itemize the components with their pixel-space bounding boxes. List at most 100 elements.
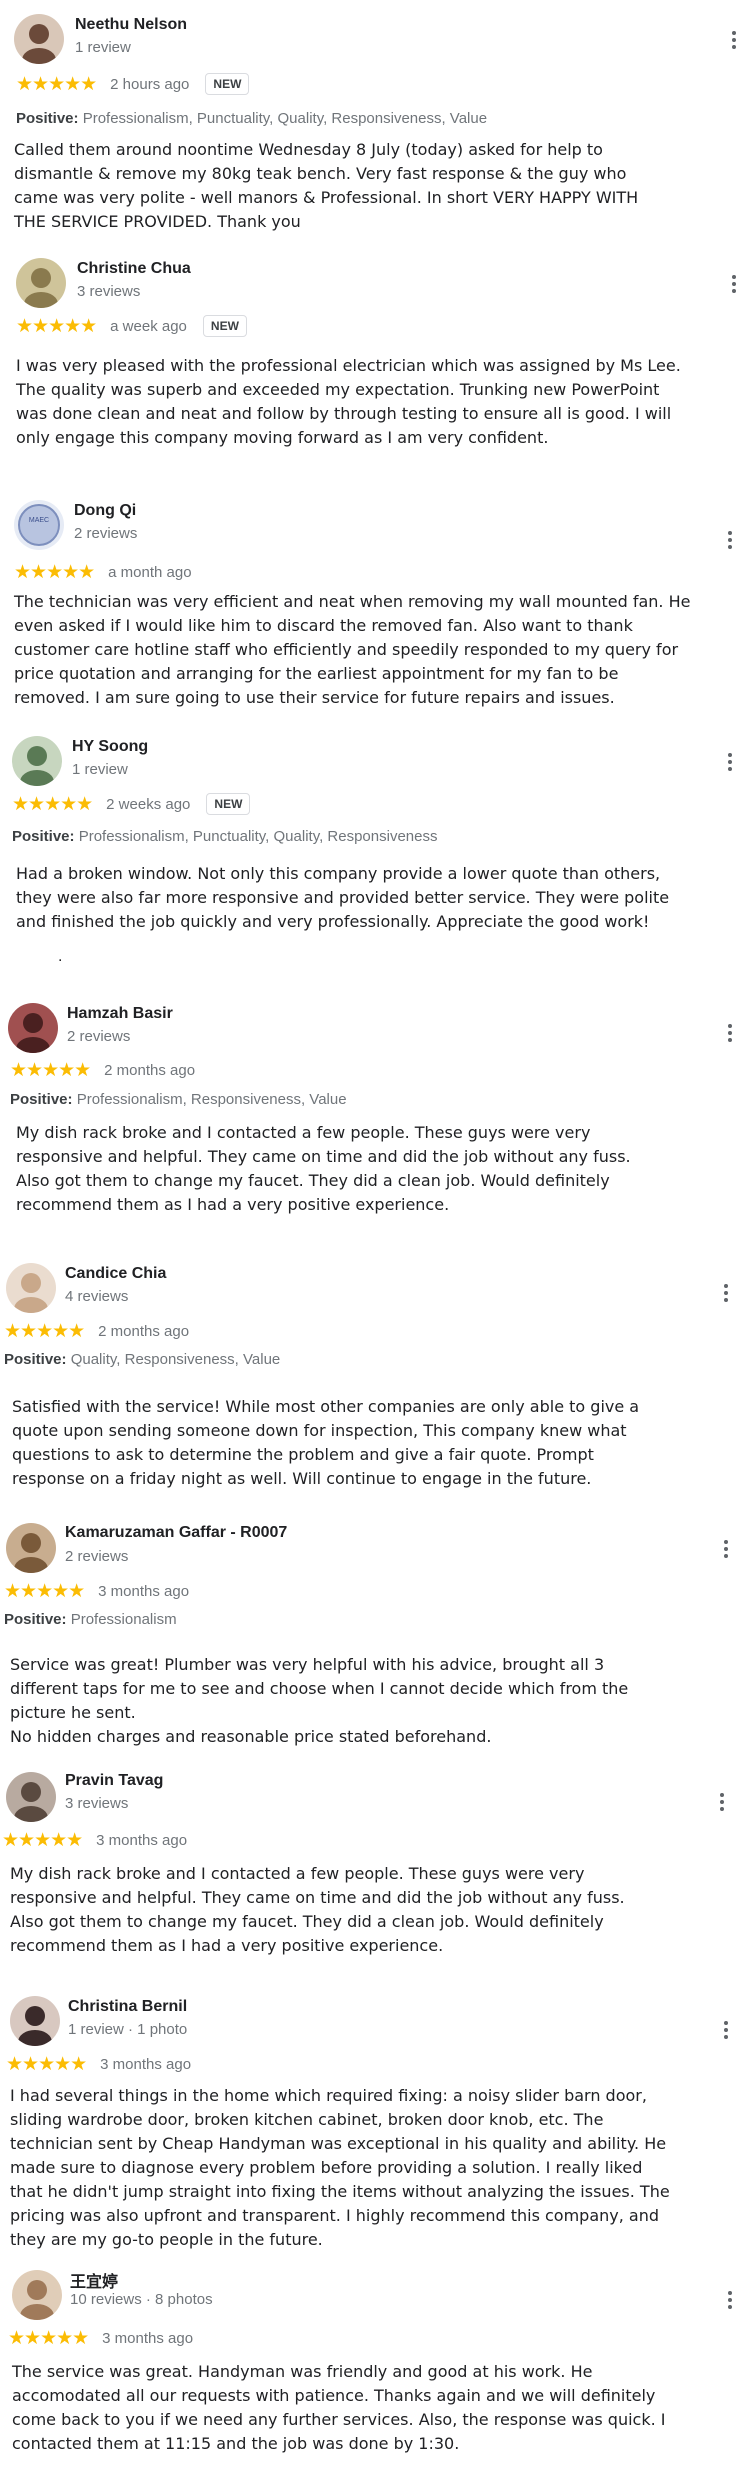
star-rating: ★★★★★ bbox=[6, 2053, 87, 2075]
new-badge: NEW bbox=[205, 73, 250, 95]
review-card: Candice Chia 4 reviews ★★★★★ 2 months ag… bbox=[0, 1255, 746, 1505]
review-time: 2 hours ago bbox=[110, 75, 190, 93]
positive-label: Positive: bbox=[4, 1351, 67, 1368]
positive-attributes: Positive: Professionalism, Punctuality, … bbox=[16, 110, 487, 127]
more-options-icon[interactable] bbox=[722, 1019, 738, 1047]
new-badge: NEW bbox=[206, 793, 251, 815]
positive-values: Professionalism, Punctuality, Quality, R… bbox=[78, 828, 438, 845]
reviewer-meta[interactable]: 1 review bbox=[75, 39, 131, 56]
star-rating: ★★★★★ bbox=[4, 1320, 85, 1342]
reviewer-meta[interactable]: 1 review bbox=[72, 761, 128, 778]
review-time: a month ago bbox=[108, 563, 192, 581]
avatar[interactable] bbox=[16, 258, 66, 308]
reviewer-meta[interactable]: 3 reviews bbox=[77, 283, 140, 300]
review-text: Service was great! Plumber was very help… bbox=[10, 1655, 629, 1746]
positive-label: Positive: bbox=[4, 1611, 67, 1628]
positive-label: Positive: bbox=[10, 1091, 73, 1108]
more-options-icon[interactable] bbox=[718, 2016, 734, 2044]
positive-attributes: Positive: Quality, Responsiveness, Value bbox=[4, 1351, 280, 1368]
review-card: Pravin Tavag 3 reviews ★★★★★ 3 months ag… bbox=[0, 1768, 746, 1978]
review-text: Had a broken window. Not only this compa… bbox=[16, 864, 670, 931]
more-options-icon[interactable] bbox=[726, 26, 742, 54]
review-text: My dish rack broke and I contacted a few… bbox=[10, 1864, 625, 1955]
more-options-icon[interactable] bbox=[726, 270, 742, 298]
more-options-icon[interactable] bbox=[722, 2286, 738, 2314]
review-time: 3 months ago bbox=[96, 1831, 188, 1849]
reviewer-name[interactable]: Dong Qi bbox=[74, 502, 136, 520]
positive-attributes: Positive: Professionalism bbox=[4, 1611, 177, 1628]
reviewer-meta[interactable]: 3 reviews bbox=[65, 1795, 128, 1812]
reviewer-name[interactable]: Pravin Tavag bbox=[65, 1772, 163, 1790]
reviewer-name[interactable]: Christine Chua bbox=[77, 260, 191, 278]
avatar[interactable] bbox=[12, 736, 62, 786]
avatar[interactable] bbox=[8, 1003, 58, 1053]
stray-dot: . bbox=[58, 948, 63, 965]
reviewer-name[interactable]: Candice Chia bbox=[65, 1265, 166, 1283]
review-card: 王宜婷 10 reviews · 8 photos ★★★★★ 3 months… bbox=[0, 2260, 746, 2480]
review-card: Hamzah Basir 2 reviews ★★★★★ 2 months ag… bbox=[0, 995, 746, 1245]
positive-attributes: Positive: Professionalism, Punctuality, … bbox=[12, 828, 437, 845]
avatar[interactable] bbox=[6, 1523, 56, 1573]
more-options-icon[interactable] bbox=[722, 748, 738, 776]
star-rating: ★★★★★ bbox=[4, 1580, 85, 1602]
review-text: I was very pleased with the professional… bbox=[16, 356, 681, 447]
reviewer-meta[interactable]: 10 reviews · 8 photos bbox=[70, 2291, 213, 2308]
reviewer-name[interactable]: 王宜婷 bbox=[70, 2268, 118, 2292]
star-rating: ★★★★★ bbox=[10, 1059, 91, 1081]
positive-values: Professionalism bbox=[70, 1611, 177, 1628]
rating-row: ★★★★★ 3 months ago bbox=[2, 1828, 187, 1852]
reviewer-meta[interactable]: 2 reviews bbox=[74, 525, 137, 542]
reviewer-meta[interactable]: 4 reviews bbox=[65, 1288, 128, 1305]
rating-row: ★★★★★ 2 months ago bbox=[4, 1319, 189, 1343]
avatar[interactable] bbox=[6, 1263, 56, 1313]
avatar-label: MAEC bbox=[29, 517, 49, 524]
review-card: Neethu Nelson 1 review ★★★★★ 2 hours ago… bbox=[0, 0, 746, 240]
rating-row: ★★★★★ 2 months ago bbox=[10, 1058, 195, 1082]
avatar[interactable] bbox=[6, 1772, 56, 1822]
star-rating: ★★★★★ bbox=[16, 315, 97, 337]
reviewer-name[interactable]: Neethu Nelson bbox=[75, 16, 187, 34]
review-time: 2 months ago bbox=[104, 1061, 196, 1079]
star-rating: ★★★★★ bbox=[8, 2327, 89, 2349]
rating-row: ★★★★★ 2 hours ago NEW bbox=[16, 72, 250, 96]
avatar[interactable] bbox=[10, 1996, 60, 2046]
new-badge: NEW bbox=[202, 315, 247, 337]
more-options-icon[interactable] bbox=[714, 1788, 730, 1816]
reviewer-name[interactable]: Hamzah Basir bbox=[67, 1005, 173, 1023]
review-card: Christina Bernil 1 review · 1 photo ★★★★… bbox=[0, 1990, 746, 2260]
reviewer-name[interactable]: Kamaruzaman Gaffar - R0007 bbox=[65, 1524, 287, 1542]
review-text: The service was great. Handyman was frie… bbox=[12, 2362, 666, 2453]
reviewer-meta[interactable]: 2 reviews bbox=[67, 1028, 130, 1045]
avatar[interactable] bbox=[14, 14, 64, 64]
reviewer-meta[interactable]: 2 reviews bbox=[65, 1548, 128, 1565]
positive-attributes: Positive: Professionalism, Responsivenes… bbox=[10, 1091, 347, 1108]
rating-row: ★★★★★ 3 months ago bbox=[8, 2326, 193, 2350]
reviewer-name[interactable]: HY Soong bbox=[72, 738, 148, 756]
review-text: My dish rack broke and I contacted a few… bbox=[16, 1123, 631, 1214]
star-rating: ★★★★★ bbox=[16, 73, 97, 95]
reviewer-meta[interactable]: 1 review · 1 photo bbox=[68, 2021, 187, 2038]
avatar[interactable] bbox=[12, 2270, 62, 2320]
rating-row: ★★★★★ a month ago bbox=[14, 560, 192, 584]
more-options-icon[interactable] bbox=[718, 1535, 734, 1563]
rating-row: ★★★★★ 2 weeks ago NEW bbox=[12, 792, 251, 816]
positive-label: Positive: bbox=[16, 110, 79, 127]
rating-row: ★★★★★ 3 months ago bbox=[6, 2052, 191, 2076]
star-rating: ★★★★★ bbox=[14, 561, 95, 583]
review-text: Called them around noontime Wednesday 8 … bbox=[14, 140, 639, 231]
review-time: a week ago bbox=[110, 317, 187, 335]
review-time: 2 months ago bbox=[98, 1322, 190, 1340]
positive-values: Professionalism, Responsiveness, Value bbox=[76, 1091, 347, 1108]
star-rating: ★★★★★ bbox=[12, 793, 93, 815]
more-options-icon[interactable] bbox=[722, 526, 738, 554]
rating-row: ★★★★★ a week ago NEW bbox=[16, 314, 247, 338]
review-time: 3 months ago bbox=[98, 1582, 190, 1600]
avatar[interactable]: MAEC bbox=[14, 500, 64, 550]
positive-label: Positive: bbox=[12, 828, 75, 845]
reviewer-name[interactable]: Christina Bernil bbox=[68, 1998, 187, 2016]
review-time: 2 weeks ago bbox=[106, 795, 191, 813]
review-text: Satisfied with the service! While most o… bbox=[12, 1397, 640, 1488]
positive-values: Professionalism, Punctuality, Quality, R… bbox=[82, 110, 488, 127]
more-options-icon[interactable] bbox=[718, 1279, 734, 1307]
rating-row: ★★★★★ 3 months ago bbox=[4, 1579, 189, 1603]
